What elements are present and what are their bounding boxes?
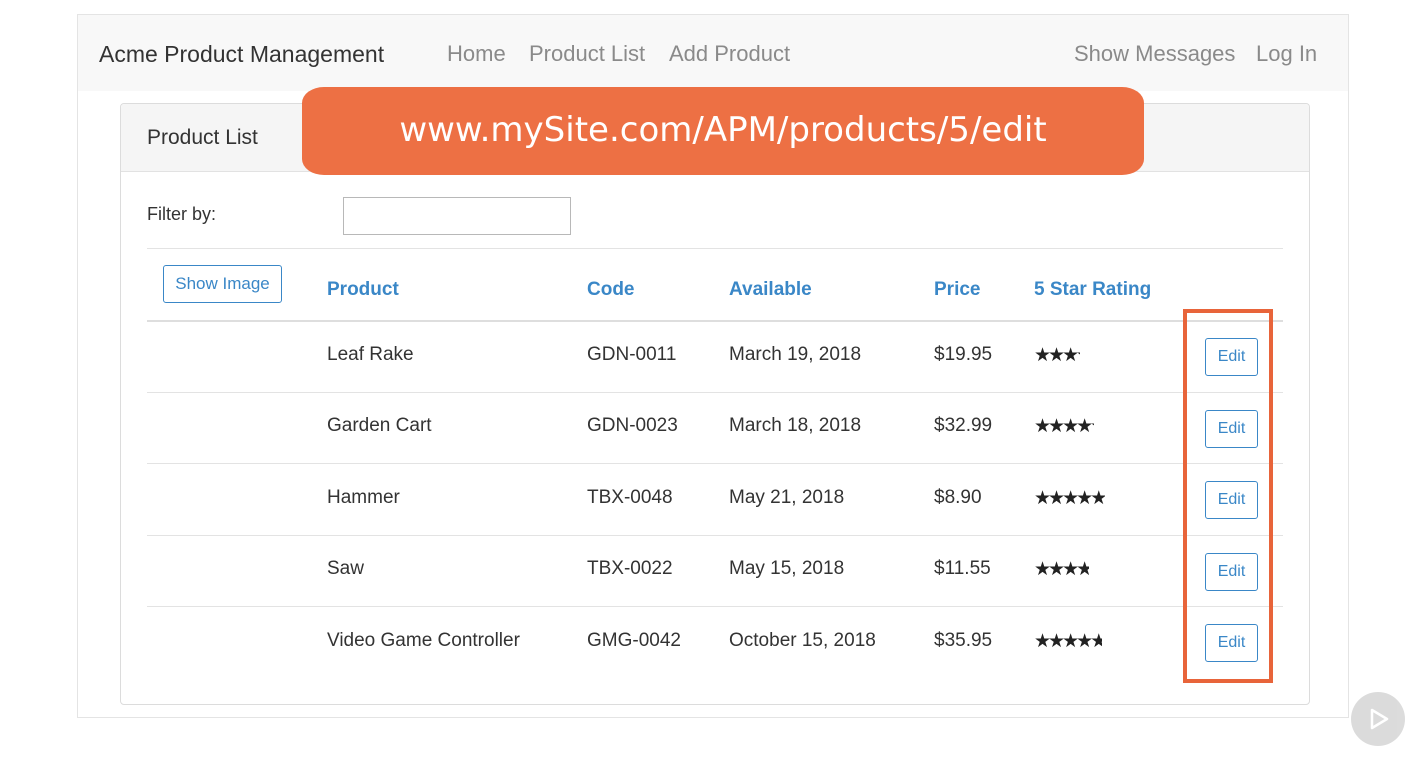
- nav-add-product[interactable]: Add Product: [669, 41, 790, 67]
- cell-price: $11.55: [934, 558, 991, 579]
- star-icon: ★: [1034, 488, 1051, 509]
- column-header-product[interactable]: Product: [327, 279, 399, 301]
- star-rating: ★★★★: [1034, 344, 1080, 367]
- star-rating: ★★★★★: [1034, 415, 1094, 438]
- cell-price: $19.95: [934, 344, 993, 365]
- url-banner: www.mySite.com/APM/products/5/edit: [302, 87, 1144, 175]
- column-header-rating[interactable]: 5 Star Rating: [1034, 279, 1151, 301]
- filter-label: Filter by:: [147, 204, 217, 224]
- brand-link[interactable]: Acme Product Management: [99, 41, 384, 68]
- cell-price: $35.95: [934, 630, 993, 651]
- star-icon: ★: [1076, 416, 1093, 437]
- cell-code: GDN-0011: [587, 344, 677, 365]
- star-icon: ★: [1034, 559, 1051, 580]
- star-icon: ★: [1062, 416, 1079, 437]
- star-rating: ★★★★★: [1034, 487, 1105, 510]
- row-divider: [147, 535, 1283, 536]
- star-icon: ★: [1062, 488, 1079, 509]
- column-header-available[interactable]: Available: [729, 279, 812, 301]
- product-list-card: Product List Filter by: Show Image Produ…: [120, 103, 1310, 705]
- cell-code: TBX-0022: [587, 558, 673, 579]
- nav-home[interactable]: Home: [447, 41, 506, 67]
- nav-product-list[interactable]: Product List: [529, 41, 645, 67]
- star-icon: ★: [1034, 345, 1051, 366]
- star-icon: ★: [1062, 631, 1079, 652]
- header-divider: [147, 320, 1283, 322]
- star-icon: ★: [1048, 416, 1065, 437]
- play-icon: [1370, 708, 1389, 730]
- card-title: Product List: [147, 126, 258, 149]
- cell-available: October 15, 2018: [729, 630, 876, 651]
- column-header-price[interactable]: Price: [934, 279, 980, 301]
- show-image-button[interactable]: Show Image: [163, 265, 282, 303]
- cell-product: Leaf Rake: [327, 344, 414, 365]
- cell-product: Garden Cart: [327, 415, 432, 436]
- partial-star-icon: ★: [1076, 344, 1080, 367]
- star-icon: ★: [1048, 559, 1065, 580]
- row-divider: [147, 392, 1283, 393]
- cell-available: May 15, 2018: [729, 558, 845, 579]
- star-icon: ★: [1062, 559, 1079, 580]
- star-icon: ★: [1062, 345, 1079, 366]
- divider: [147, 248, 1283, 249]
- partial-star-icon: ★: [1090, 415, 1094, 438]
- star-rating: ★★★★★: [1034, 630, 1102, 653]
- star-icon: ★: [1048, 345, 1065, 366]
- partial-star-icon: ★: [1090, 488, 1105, 509]
- cell-product: Video Game Controller: [327, 630, 520, 651]
- star-icon: ★: [1034, 416, 1051, 437]
- partial-star-icon: ★: [1076, 559, 1090, 580]
- partial-star-icon: ★: [1090, 631, 1102, 652]
- star-icon: ★: [1034, 631, 1051, 652]
- cell-available: March 18, 2018: [729, 415, 862, 436]
- play-button[interactable]: [1351, 692, 1405, 746]
- row-divider: [147, 606, 1283, 607]
- cell-available: May 21, 2018: [729, 487, 845, 508]
- cell-code: GDN-0023: [587, 415, 678, 436]
- cell-code: GMG-0042: [587, 630, 681, 651]
- cell-product: Hammer: [327, 487, 400, 508]
- star-icon: ★: [1048, 488, 1065, 509]
- cell-price: $32.99: [934, 415, 993, 436]
- cell-price: $8.90: [934, 487, 982, 508]
- star-icon: ★: [1076, 488, 1093, 509]
- star-rating: ★★★★: [1034, 558, 1089, 581]
- cell-available: March 19, 2018: [729, 344, 862, 365]
- star-icon: ★: [1048, 631, 1065, 652]
- column-header-code[interactable]: Code: [587, 279, 635, 301]
- star-icon: ★: [1076, 631, 1093, 652]
- nav-show-messages[interactable]: Show Messages: [1074, 41, 1235, 67]
- filter-input[interactable]: [343, 197, 571, 235]
- row-divider: [147, 463, 1283, 464]
- navbar: Acme Product Management Home Product Lis…: [78, 15, 1348, 91]
- cell-product: Saw: [327, 558, 364, 579]
- nav-log-in[interactable]: Log In: [1256, 41, 1317, 67]
- edit-column-highlight: [1183, 309, 1273, 683]
- cell-code: TBX-0048: [587, 487, 673, 508]
